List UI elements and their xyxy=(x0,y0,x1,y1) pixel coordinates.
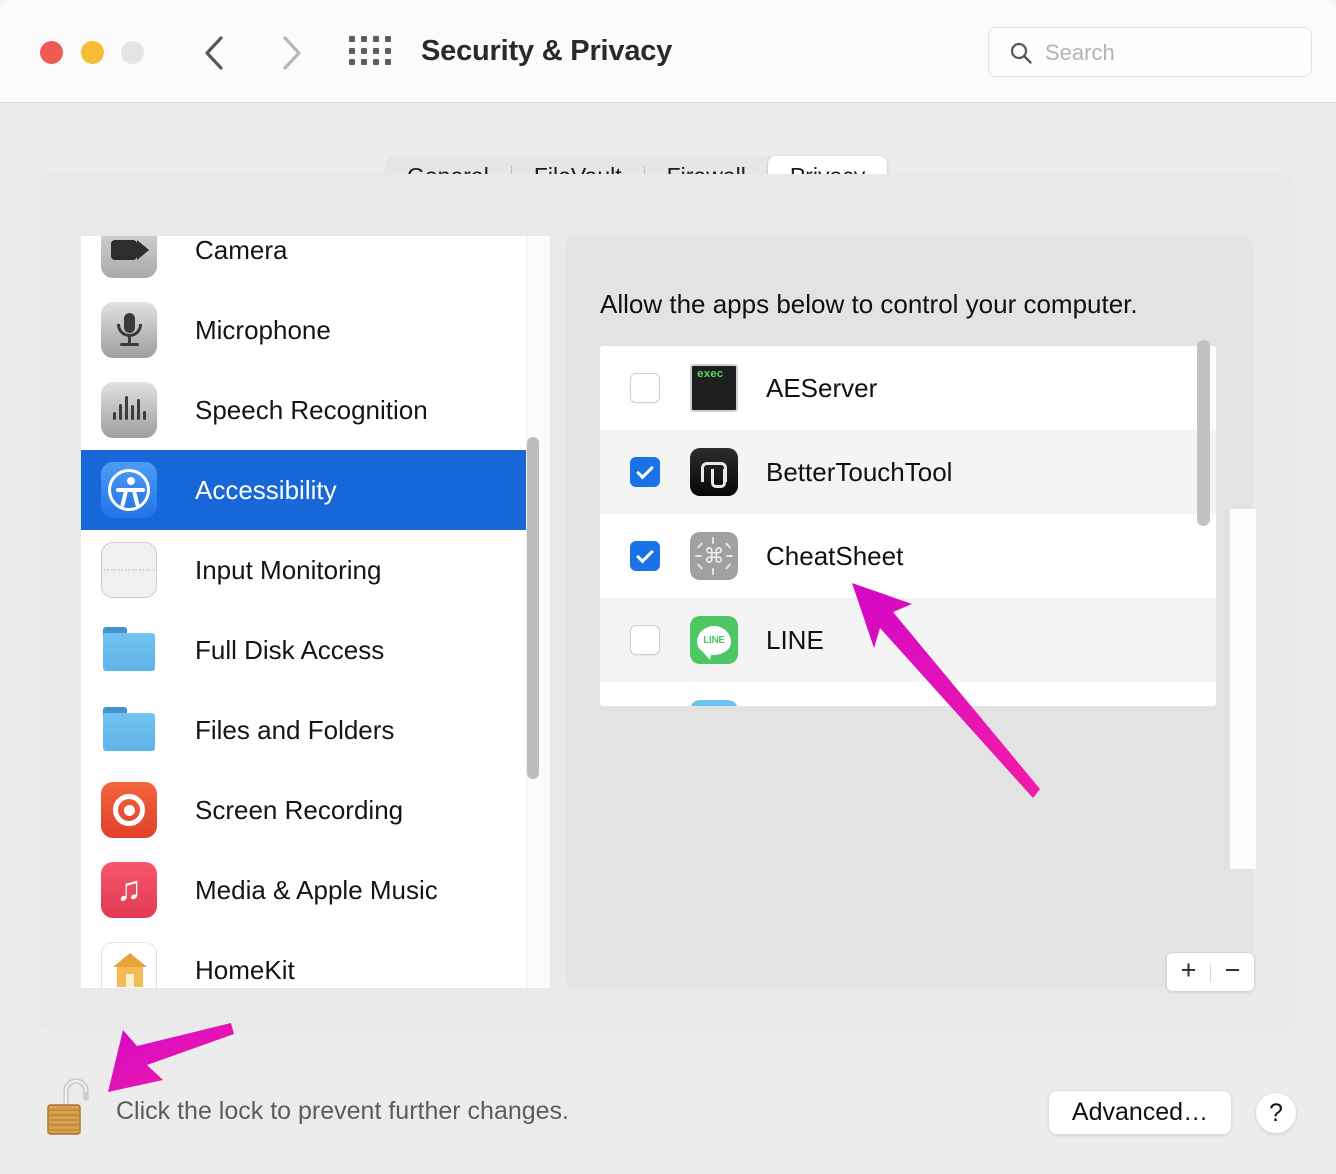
add-app-button[interactable]: + xyxy=(1167,957,1210,987)
sidebar-item-label: Input Monitoring xyxy=(195,554,382,585)
line-app-icon: LINE xyxy=(690,616,738,664)
accessibility-icon xyxy=(101,462,157,518)
app-name: AEServer xyxy=(766,372,878,403)
sidebar-item-label: Media & Apple Music xyxy=(195,874,438,905)
app-permissions-pane: Allow the apps below to control your com… xyxy=(566,236,1255,992)
app-checkbox[interactable] xyxy=(630,373,660,403)
sidebar-item-files-and-folders[interactable]: Files and Folders xyxy=(81,690,550,770)
bettertouchtool-icon xyxy=(690,448,738,496)
music-note-icon: ♫ xyxy=(101,862,157,918)
maximize-window-button[interactable] xyxy=(121,41,144,64)
partial-app-icon xyxy=(690,700,738,706)
sidebar-item-label: Files and Folders xyxy=(195,714,395,745)
home-icon xyxy=(101,942,157,988)
table-row[interactable] xyxy=(600,682,1216,706)
app-checkbox[interactable] xyxy=(630,457,660,487)
sidebar-item-label: Camera xyxy=(195,236,288,265)
minimize-window-button[interactable] xyxy=(81,41,104,64)
app-name: CheatSheet xyxy=(766,540,904,571)
sidebar-item-camera[interactable]: Camera xyxy=(81,236,550,290)
camera-icon xyxy=(101,236,157,278)
window-titlebar: Security & Privacy Search xyxy=(0,0,1336,103)
sidebar-scrollbar-thumb[interactable] xyxy=(527,437,539,779)
table-row[interactable]: exec AEServer xyxy=(600,346,1216,430)
app-list-scrollbar-thumb[interactable] xyxy=(1197,340,1210,526)
app-name: LINE xyxy=(766,624,824,655)
icon-text: LINE xyxy=(703,634,725,646)
record-icon xyxy=(101,782,157,838)
sidebar-item-full-disk-access[interactable]: Full Disk Access xyxy=(81,610,550,690)
waveform-icon xyxy=(101,382,157,438)
cheatsheet-command-icon: ⌘ xyxy=(690,532,738,580)
sidebar-item-media-and-apple-music[interactable]: ♫ Media & Apple Music xyxy=(81,850,550,930)
sidebar-item-label: Screen Recording xyxy=(195,794,404,825)
remove-app-button[interactable]: − xyxy=(1211,957,1254,987)
sidebar-item-input-monitoring[interactable]: Input Monitoring xyxy=(81,530,550,610)
search-icon xyxy=(1010,42,1032,64)
app-list-scrollbar-track[interactable] xyxy=(1230,509,1256,869)
lock-message: Click the lock to prevent further change… xyxy=(116,1097,570,1125)
icon-text: ⌘ xyxy=(703,544,725,568)
app-checkbox[interactable] xyxy=(630,541,660,571)
sidebar-item-accessibility[interactable]: Accessibility xyxy=(81,450,550,530)
close-window-button[interactable] xyxy=(40,41,63,64)
allowed-apps-list[interactable]: exec AEServer BetterTouchTool ⌘ CheatShe… xyxy=(600,346,1216,706)
privacy-category-list[interactable]: Camera Microphone Speech Recognition Acc… xyxy=(81,236,550,988)
open-padlock-icon[interactable] xyxy=(46,1076,94,1136)
sidebar-item-microphone[interactable]: Microphone xyxy=(81,290,550,370)
add-remove-app-buttons[interactable]: + − xyxy=(1166,952,1255,992)
advanced-button[interactable]: Advanced… xyxy=(1048,1090,1232,1135)
sidebar-item-label: Speech Recognition xyxy=(195,394,428,425)
page-title: Security & Privacy xyxy=(421,35,673,67)
microphone-icon xyxy=(101,302,157,358)
help-button[interactable]: ? xyxy=(1255,1092,1297,1134)
folder-icon xyxy=(101,702,157,758)
table-row[interactable]: ⌘ CheatSheet xyxy=(600,514,1216,598)
sidebar-item-label: HomeKit xyxy=(195,954,295,985)
sidebar-item-label: Full Disk Access xyxy=(195,634,385,665)
icon-text: exec xyxy=(697,369,724,381)
pane-description: Allow the apps below to control your com… xyxy=(600,289,1138,319)
terminal-exec-icon: exec xyxy=(690,364,738,412)
chevron-left-icon xyxy=(205,36,223,70)
chevron-right-icon xyxy=(283,36,301,70)
search-placeholder: Search xyxy=(1045,40,1115,65)
privacy-content-panel: Camera Microphone Speech Recognition Acc… xyxy=(40,174,1295,1031)
app-name: BetterTouchTool xyxy=(766,456,953,487)
search-field[interactable]: Search xyxy=(988,27,1312,77)
back-button[interactable] xyxy=(192,31,236,75)
sidebar-item-speech-recognition[interactable]: Speech Recognition xyxy=(81,370,550,450)
show-all-preferences-grid-icon[interactable] xyxy=(349,36,394,68)
arrow-pointing-to-lock xyxy=(108,1023,234,1092)
app-checkbox[interactable] xyxy=(630,625,660,655)
table-row[interactable]: BetterTouchTool xyxy=(600,430,1216,514)
security-privacy-window: Security & Privacy Search General FileVa… xyxy=(0,0,1336,1174)
folder-icon xyxy=(101,622,157,678)
keyboard-icon xyxy=(101,542,157,598)
sidebar-item-label: Microphone xyxy=(195,314,331,345)
sidebar-item-screen-recording[interactable]: Screen Recording xyxy=(81,770,550,850)
table-row[interactable]: LINE LINE xyxy=(600,598,1216,682)
sidebar-item-label: Accessibility xyxy=(195,474,337,505)
sidebar-item-homekit[interactable]: HomeKit xyxy=(81,930,550,988)
forward-button[interactable] xyxy=(270,31,314,75)
